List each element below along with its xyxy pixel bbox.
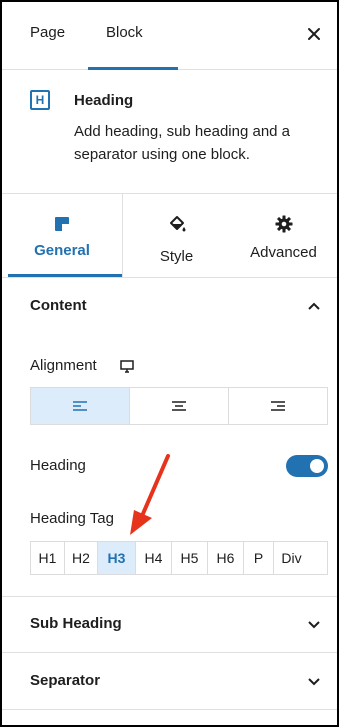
tab-style-label: Style [159,248,194,265]
heading-block-icon: H [30,90,50,110]
align-left-button[interactable] [31,388,129,424]
chevron-down-icon [308,621,320,629]
tab-advanced-label: Advanced [250,244,317,261]
chevron-down-icon [308,678,320,686]
paint-bucket-icon [169,216,185,232]
heading-tag-button-group: H1 H2 H3 H4 H5 H6 P Div [30,541,328,575]
align-left-icon [73,401,87,411]
separator-panel-header[interactable]: Separator [2,653,337,709]
heading-tag-h1-button[interactable]: H1 [31,542,64,574]
block-title: Heading [74,92,134,109]
responsive-device-toggle[interactable] [120,359,134,373]
sub-heading-panel-title: Sub Heading [30,615,122,632]
separator-panel-title: Separator [30,672,101,689]
content-panel-title: Content [30,297,87,314]
chevron-up-icon [308,302,320,310]
tab-general[interactable]: General [2,194,122,278]
settings-tabs: General Style Advanced [2,194,337,278]
align-right-button[interactable] [228,388,327,424]
align-center-icon [172,401,186,411]
content-panel-header[interactable]: Content [2,278,337,334]
align-center-button[interactable] [129,388,228,424]
tab-style[interactable]: Style [122,194,230,278]
heading-toggle[interactable] [286,455,328,477]
heading-tag-h4-button[interactable]: H4 [135,542,171,574]
alignment-label: Alignment [30,357,97,374]
desktop-icon [120,359,134,373]
block-card: H Heading Add heading, sub heading and a… [2,70,337,194]
heading-tag-p-button[interactable]: P [243,542,273,574]
general-icon [55,217,69,231]
heading-tag-div-button[interactable]: Div [273,542,309,574]
tab-general-label: General [34,242,90,259]
sub-heading-panel-header[interactable]: Sub Heading [2,596,337,652]
tab-page[interactable]: Page [30,24,65,41]
tab-general-active-indicator [8,274,122,277]
heading-toggle-label: Heading [30,457,86,474]
heading-tag-label: Heading Tag [30,510,114,527]
sidebar-tabs: Page Block [2,2,337,70]
heading-tag-h5-button[interactable]: H5 [171,542,207,574]
heading-tag-h3-button[interactable]: H3 [97,542,135,574]
section-divider [2,709,337,710]
align-right-icon [271,401,285,411]
block-settings-panel: Page Block H Heading Add heading, sub he… [0,0,339,727]
heading-tag-h6-button[interactable]: H6 [207,542,243,574]
block-description: Add heading, sub heading and a separator… [74,123,291,163]
toggle-knob [310,459,324,473]
close-icon [308,28,320,40]
close-button[interactable] [302,22,326,46]
heading-tag-h2-button[interactable]: H2 [64,542,97,574]
gear-icon [275,215,292,233]
tab-block[interactable]: Block [106,24,143,41]
alignment-button-group [30,387,328,425]
tab-advanced[interactable]: Advanced [230,194,337,278]
